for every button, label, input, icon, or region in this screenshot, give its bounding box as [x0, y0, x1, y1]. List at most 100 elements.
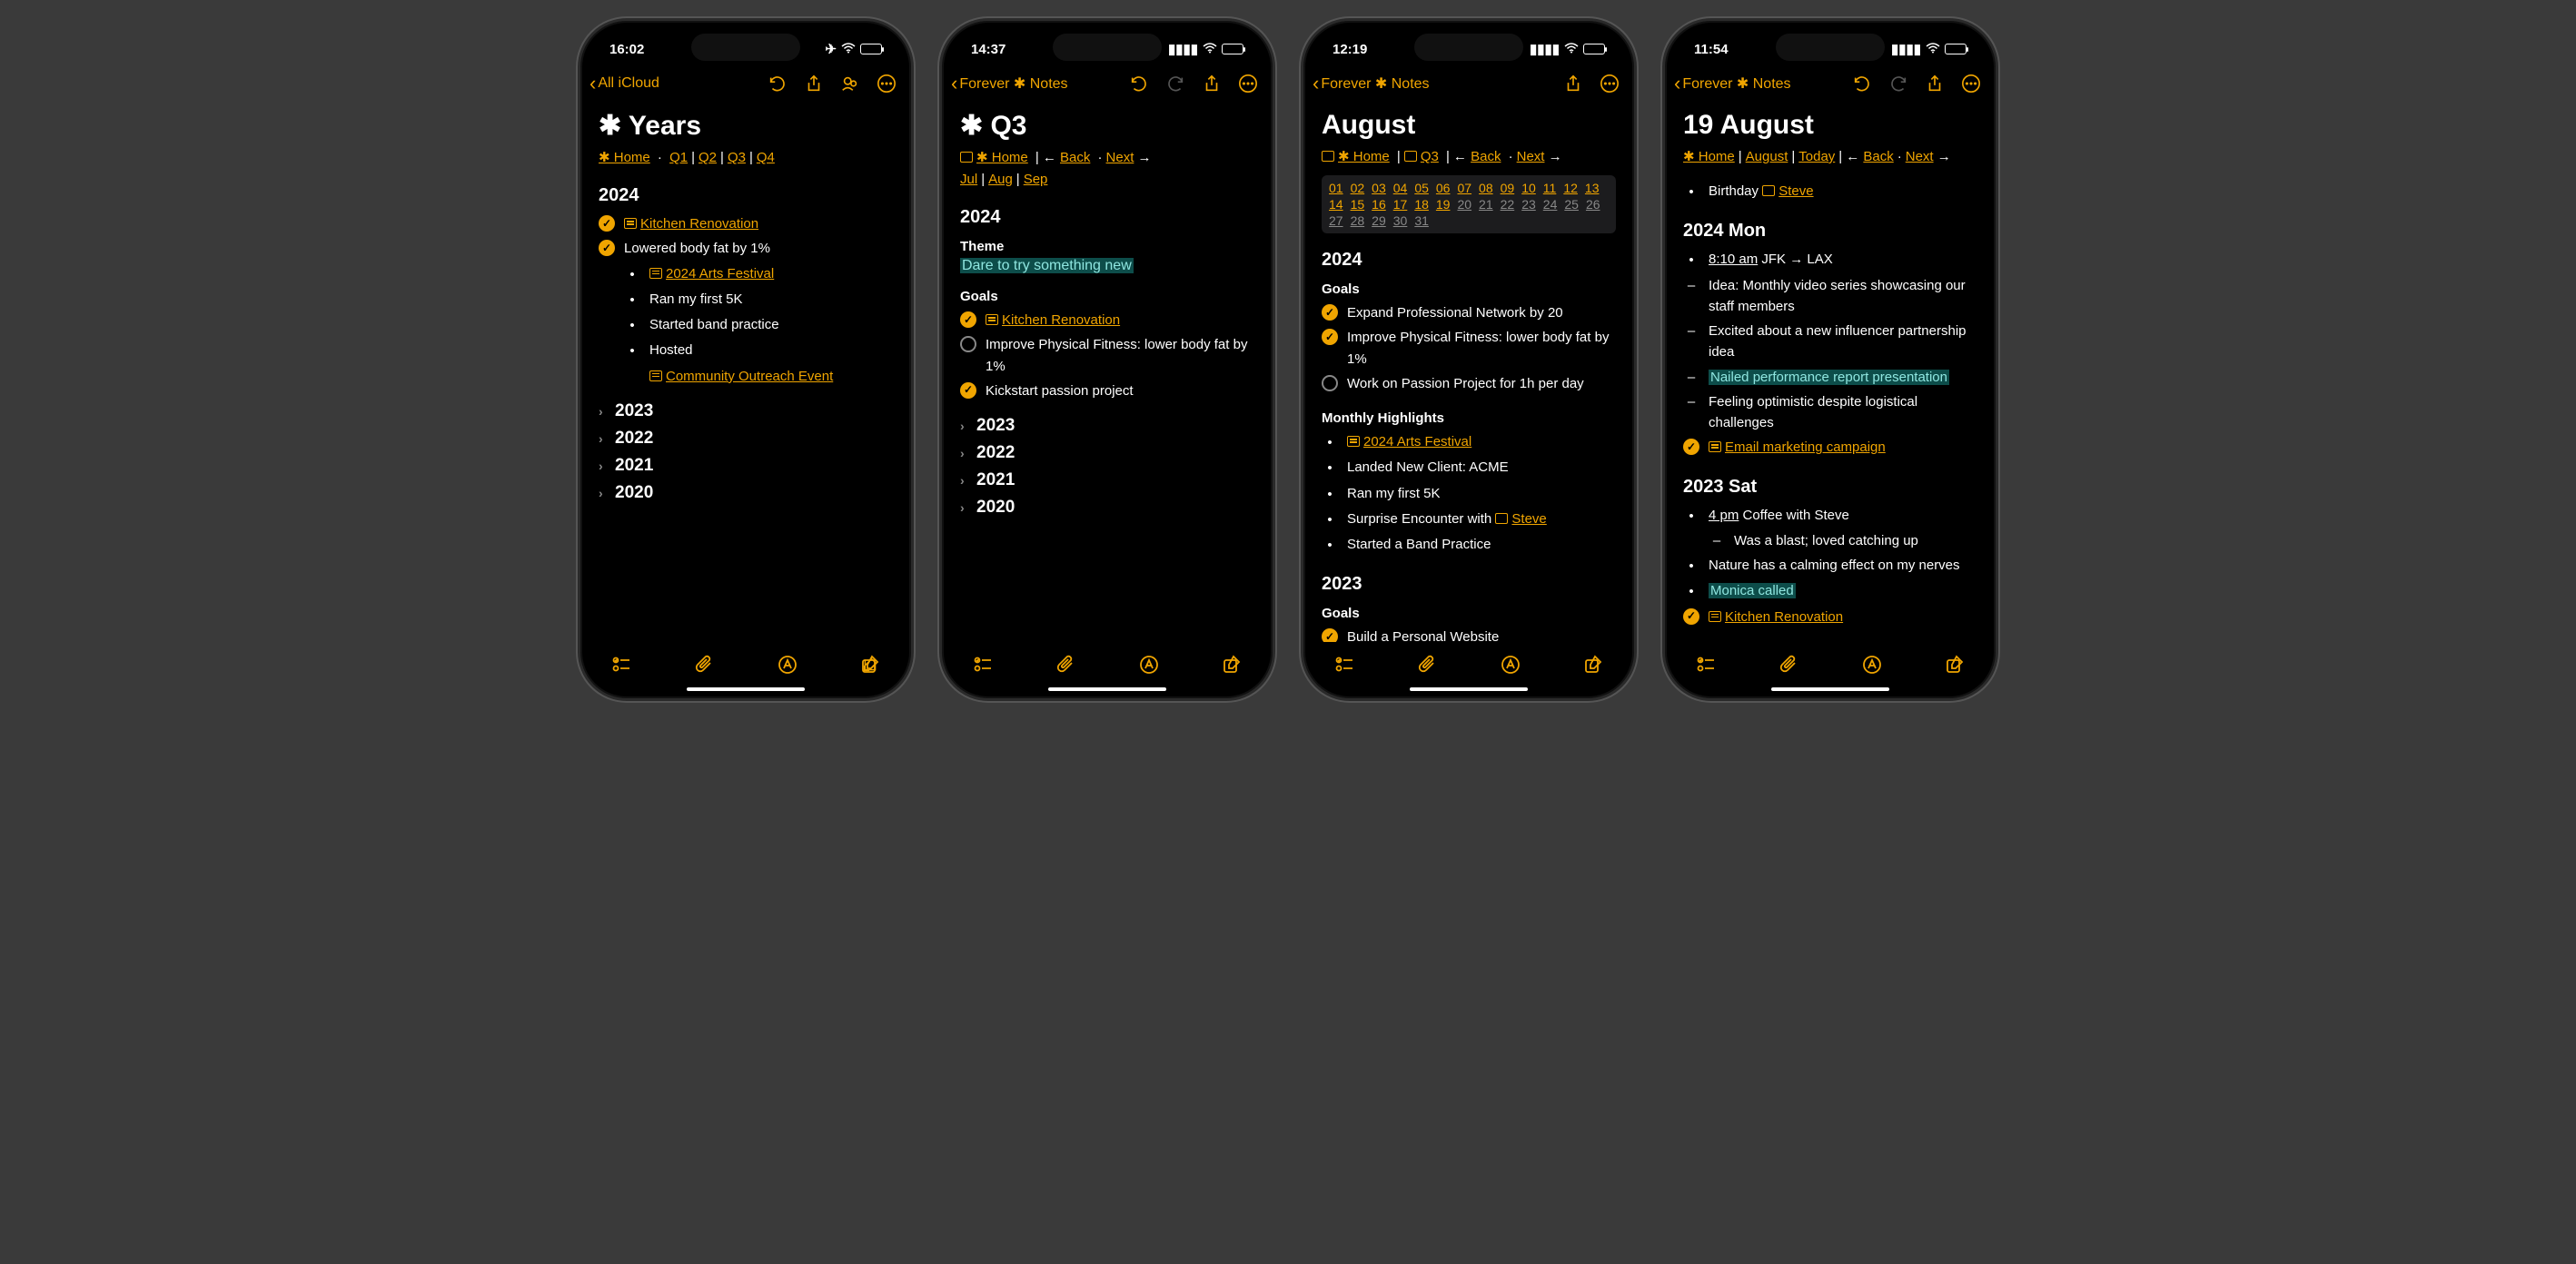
more-icon[interactable] [877, 74, 897, 94]
fold-year[interactable]: ›2022 [960, 439, 1254, 467]
compose-icon[interactable] [1581, 653, 1605, 676]
q1-link[interactable]: Q1 [669, 150, 688, 165]
back-button[interactable]: ‹ Forever ✱ Notes [1674, 72, 1791, 95]
checklist-icon[interactable] [972, 653, 996, 676]
checkmark-icon[interactable] [1322, 304, 1338, 321]
day-link[interactable]: 25 [1564, 197, 1579, 212]
undo-icon[interactable] [1852, 74, 1872, 94]
checkmark-icon[interactable] [1322, 628, 1338, 642]
note-content[interactable]: ✱ Years ✱ Home · Q1|Q2|Q3|Q4 2024 Kitche… [580, 103, 911, 642]
day-link[interactable]: 23 [1521, 197, 1536, 212]
home-indicator[interactable] [1048, 687, 1166, 691]
attachment-icon[interactable] [1778, 653, 1801, 676]
more-icon[interactable] [1238, 74, 1258, 94]
back-button[interactable]: ‹ Forever ✱ Notes [951, 72, 1068, 95]
day-link[interactable]: 14 [1329, 197, 1343, 212]
day-link[interactable]: 12 [1563, 181, 1578, 195]
day-link[interactable]: 05 [1414, 181, 1429, 195]
item-link[interactable]: 2024 Arts Festival [1363, 434, 1471, 449]
compose-icon[interactable] [858, 653, 882, 676]
day-link[interactable]: 01 [1329, 181, 1343, 195]
share-icon[interactable] [1563, 74, 1583, 94]
day-link[interactable]: 06 [1436, 181, 1451, 195]
item-link[interactable]: Steve [1778, 183, 1813, 199]
item-link[interactable]: Kitchen Renovation [640, 216, 758, 232]
back-button[interactable]: ‹ All iCloud [590, 72, 659, 95]
note-content[interactable]: 19 August ✱ Home|August|Today|← Back·Nex… [1665, 103, 1996, 642]
compose-icon[interactable] [1220, 653, 1243, 676]
checkmark-icon[interactable] [1683, 608, 1699, 625]
day-link[interactable]: 02 [1351, 181, 1365, 195]
q3-link[interactable]: Q3 [728, 150, 746, 165]
more-icon[interactable] [1600, 74, 1620, 94]
item-link[interactable]: Steve [1511, 511, 1546, 527]
checklist-icon[interactable] [1333, 653, 1357, 676]
checklist-icon[interactable] [610, 653, 634, 676]
home-indicator[interactable] [1771, 687, 1889, 691]
day-link[interactable]: 03 [1372, 181, 1386, 195]
q2-link[interactable]: Q2 [698, 150, 717, 165]
fold-year[interactable]: ›2021 [599, 452, 893, 479]
undo-icon[interactable] [768, 74, 788, 94]
sep-link[interactable]: Sep [1024, 172, 1048, 187]
more-icon[interactable] [1961, 74, 1981, 94]
fold-year[interactable]: ›2020 [960, 494, 1254, 521]
attachment-icon[interactable] [1055, 653, 1078, 676]
markup-icon[interactable] [1860, 653, 1884, 676]
fold-year[interactable]: ›2020 [599, 479, 893, 507]
note-content[interactable]: ✱ Q3 ✱ Home |← Back ·Next → Jul|Aug|Sep … [942, 103, 1273, 642]
day-link[interactable]: 29 [1372, 213, 1386, 228]
aug-link[interactable]: Aug [988, 172, 1013, 187]
next-link[interactable]: Next [1106, 150, 1134, 165]
markup-icon[interactable] [1137, 653, 1161, 676]
day-link[interactable]: 10 [1521, 181, 1536, 195]
checkmark-icon[interactable] [960, 311, 976, 328]
jul-link[interactable]: Jul [960, 172, 977, 187]
back-button[interactable]: ‹ Forever ✱ Notes [1313, 72, 1430, 95]
home-link[interactable]: ✱ Home [1683, 149, 1735, 164]
circle-icon[interactable] [1322, 375, 1338, 391]
day-link[interactable]: 11 [1543, 181, 1557, 195]
collaborate-icon[interactable] [840, 74, 860, 94]
day-link[interactable]: 18 [1414, 197, 1429, 212]
circle-icon[interactable] [960, 336, 976, 352]
home-link[interactable]: ✱ Home [1338, 149, 1390, 164]
compose-icon[interactable] [1943, 653, 1967, 676]
day-link[interactable]: 07 [1457, 181, 1471, 195]
day-link[interactable]: 04 [1393, 181, 1408, 195]
day-link[interactable]: 09 [1501, 181, 1515, 195]
day-link[interactable]: 27 [1329, 213, 1343, 228]
share-icon[interactable] [1925, 74, 1945, 94]
home-link[interactable]: ✱ Home [599, 150, 650, 165]
next-link[interactable]: Next [1906, 149, 1934, 164]
day-link[interactable]: 13 [1585, 181, 1600, 195]
day-link[interactable]: 26 [1586, 197, 1600, 212]
fold-year[interactable]: ›2021 [960, 467, 1254, 494]
item-link[interactable]: Kitchen Renovation [1002, 312, 1120, 328]
checkmark-icon[interactable] [960, 382, 976, 399]
next-link[interactable]: Next [1517, 149, 1545, 164]
day-link[interactable]: 21 [1479, 197, 1493, 212]
day-link[interactable]: 22 [1501, 197, 1515, 212]
day-link[interactable]: 17 [1393, 197, 1408, 212]
q3-link[interactable]: Q3 [1421, 149, 1439, 164]
checkmark-icon[interactable] [599, 240, 615, 256]
fold-year[interactable]: ›2023 [960, 412, 1254, 439]
undo-icon[interactable] [1129, 74, 1149, 94]
month-link[interactable]: August [1746, 149, 1788, 164]
item-link[interactable]: Kitchen Renovation [1725, 609, 1843, 625]
markup-icon[interactable] [1499, 653, 1522, 676]
attachment-icon[interactable] [1416, 653, 1440, 676]
attachment-icon[interactable] [693, 653, 717, 676]
q4-link[interactable]: Q4 [757, 150, 775, 165]
day-link[interactable]: 16 [1372, 197, 1386, 212]
checkmark-icon[interactable] [1683, 439, 1699, 455]
fold-year[interactable]: ›2023 [599, 398, 893, 425]
checkmark-icon[interactable] [599, 215, 615, 232]
home-link[interactable]: ✱ Home [976, 150, 1028, 165]
day-link[interactable]: 31 [1414, 213, 1429, 228]
item-link[interactable]: 2024 Arts Festival [666, 266, 774, 281]
note-content[interactable]: August ✱ Home |Q3 |← Back ·Next → 01 02 … [1303, 103, 1634, 642]
day-link[interactable]: 08 [1479, 181, 1493, 195]
share-icon[interactable] [804, 74, 824, 94]
